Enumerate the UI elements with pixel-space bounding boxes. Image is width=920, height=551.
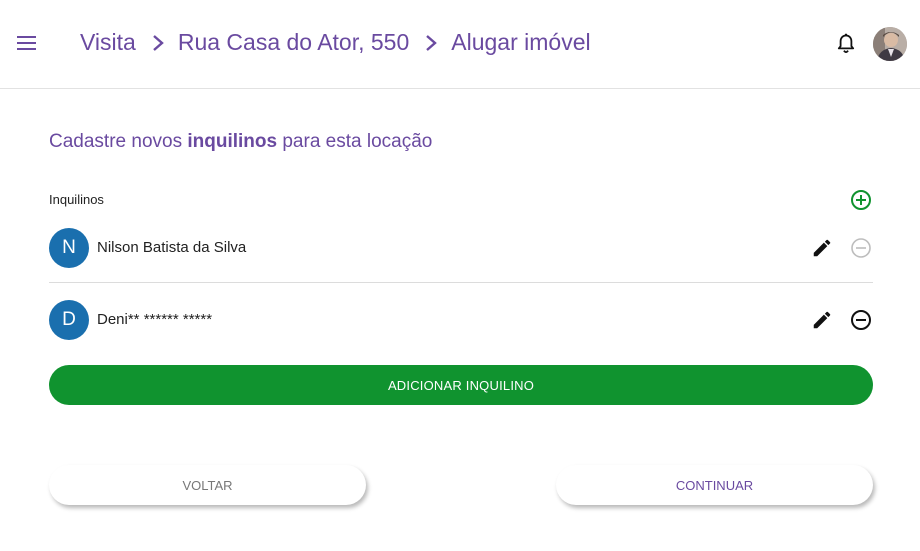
title-highlight: inquilinos bbox=[187, 131, 278, 152]
tenant-avatar: N bbox=[49, 228, 89, 268]
edit-pencil-icon[interactable] bbox=[811, 309, 833, 331]
add-circle-icon[interactable] bbox=[850, 189, 872, 211]
breadcrumb: Visita Rua Casa do Ator, 550 Alugar imóv… bbox=[80, 29, 591, 56]
title-suffix: para esta locação bbox=[277, 131, 433, 152]
continue-button[interactable]: CONTINUAR bbox=[556, 465, 873, 505]
tenant-row: N Nilson Batista da Silva bbox=[49, 213, 873, 283]
chevron-right-icon bbox=[147, 32, 169, 54]
breadcrumb-item-visita[interactable]: Visita bbox=[80, 29, 136, 56]
edit-pencil-icon[interactable] bbox=[811, 237, 833, 259]
chevron-right-icon bbox=[420, 32, 442, 54]
tenant-name: Nilson Batista da Silva bbox=[97, 239, 247, 256]
remove-circle-icon-disabled bbox=[850, 237, 872, 259]
back-button[interactable]: VOLTAR bbox=[49, 465, 366, 505]
bell-icon[interactable] bbox=[836, 33, 856, 55]
app-header: Visita Rua Casa do Ator, 550 Alugar imóv… bbox=[0, 0, 920, 89]
breadcrumb-item-current-page: Alugar imóvel bbox=[451, 29, 591, 55]
page-title: Cadastre novos inquilinos para esta loca… bbox=[49, 131, 432, 153]
remove-circle-icon[interactable] bbox=[850, 309, 872, 331]
tenant-avatar: D bbox=[49, 300, 89, 340]
menu-icon[interactable] bbox=[17, 36, 39, 54]
user-avatar[interactable] bbox=[873, 27, 907, 61]
tenant-name: Deni** ****** ***** bbox=[97, 311, 213, 328]
breadcrumb-item-address[interactable]: Rua Casa do Ator, 550 bbox=[178, 29, 409, 56]
tenant-row: D Deni** ****** ***** bbox=[49, 286, 873, 356]
add-tenant-button[interactable]: ADICIONAR INQUILINO bbox=[49, 365, 873, 405]
tenants-section-label: Inquilinos bbox=[49, 192, 104, 207]
title-prefix: Cadastre novos bbox=[49, 131, 188, 152]
